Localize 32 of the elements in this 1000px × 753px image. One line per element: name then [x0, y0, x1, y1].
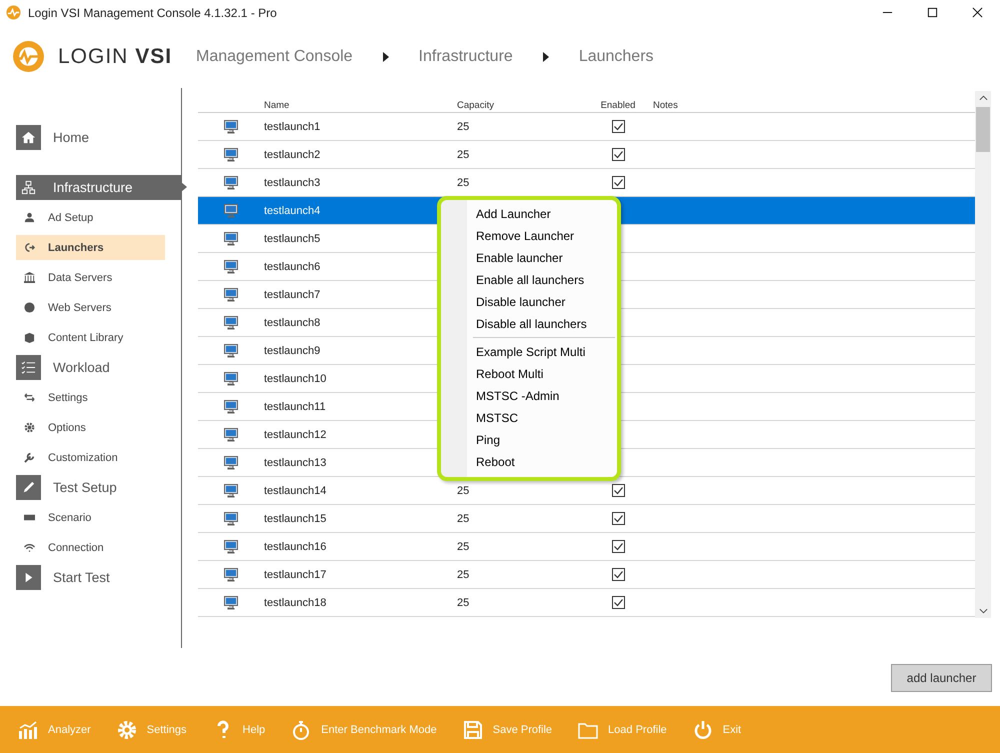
- table-cell: 25: [457, 540, 470, 552]
- table-cell-text: testlaunch12: [264, 428, 328, 440]
- table-cell-text: testlaunch9: [264, 344, 322, 356]
- table-cell: 25: [457, 120, 470, 132]
- table-cell-text: testlaunch4: [264, 204, 322, 216]
- table-cell: 25: [457, 148, 470, 160]
- table-cell-text: testlaunch14: [264, 484, 328, 496]
- column-header: Enabled: [600, 100, 636, 111]
- column-header: Notes: [653, 100, 679, 111]
- table-cell-text: testlaunch1: [264, 120, 322, 132]
- table-cell: 25: [457, 596, 470, 608]
- table-cell-text: testlaunch2: [264, 148, 322, 160]
- window-title: Login VSI Management Console 4.1.32.1 - Pro: [28, 6, 277, 20]
- logo-text: LOGIN VSI: [58, 44, 174, 68]
- table-cell-text: testlaunch13: [264, 456, 328, 468]
- table-cell: 25: [457, 176, 470, 188]
- table-cell-text: testlaunch11: [264, 400, 327, 412]
- table-cell-text: testlaunch10: [264, 372, 328, 384]
- table-cell: 25: [457, 484, 470, 496]
- table-cell-text: testlaunch3: [264, 176, 322, 188]
- table-cell-text: testlaunch15: [264, 512, 328, 524]
- table-cell-text: testlaunch18: [264, 596, 328, 608]
- table-cell: 25: [457, 568, 470, 580]
- table-cell-text: testlaunch5: [264, 232, 322, 244]
- table-cell-text: testlaunch6: [264, 260, 322, 272]
- column-header: Capacity: [457, 100, 495, 111]
- table-cell-text: testlaunch17: [264, 568, 328, 580]
- table-cell: 25: [457, 512, 470, 524]
- table-cell-text: testlaunch7: [264, 288, 322, 300]
- column-header: Name: [264, 100, 290, 111]
- table-cell-text: testlaunch16: [264, 540, 328, 552]
- table-cell-text: testlaunch8: [264, 316, 322, 328]
